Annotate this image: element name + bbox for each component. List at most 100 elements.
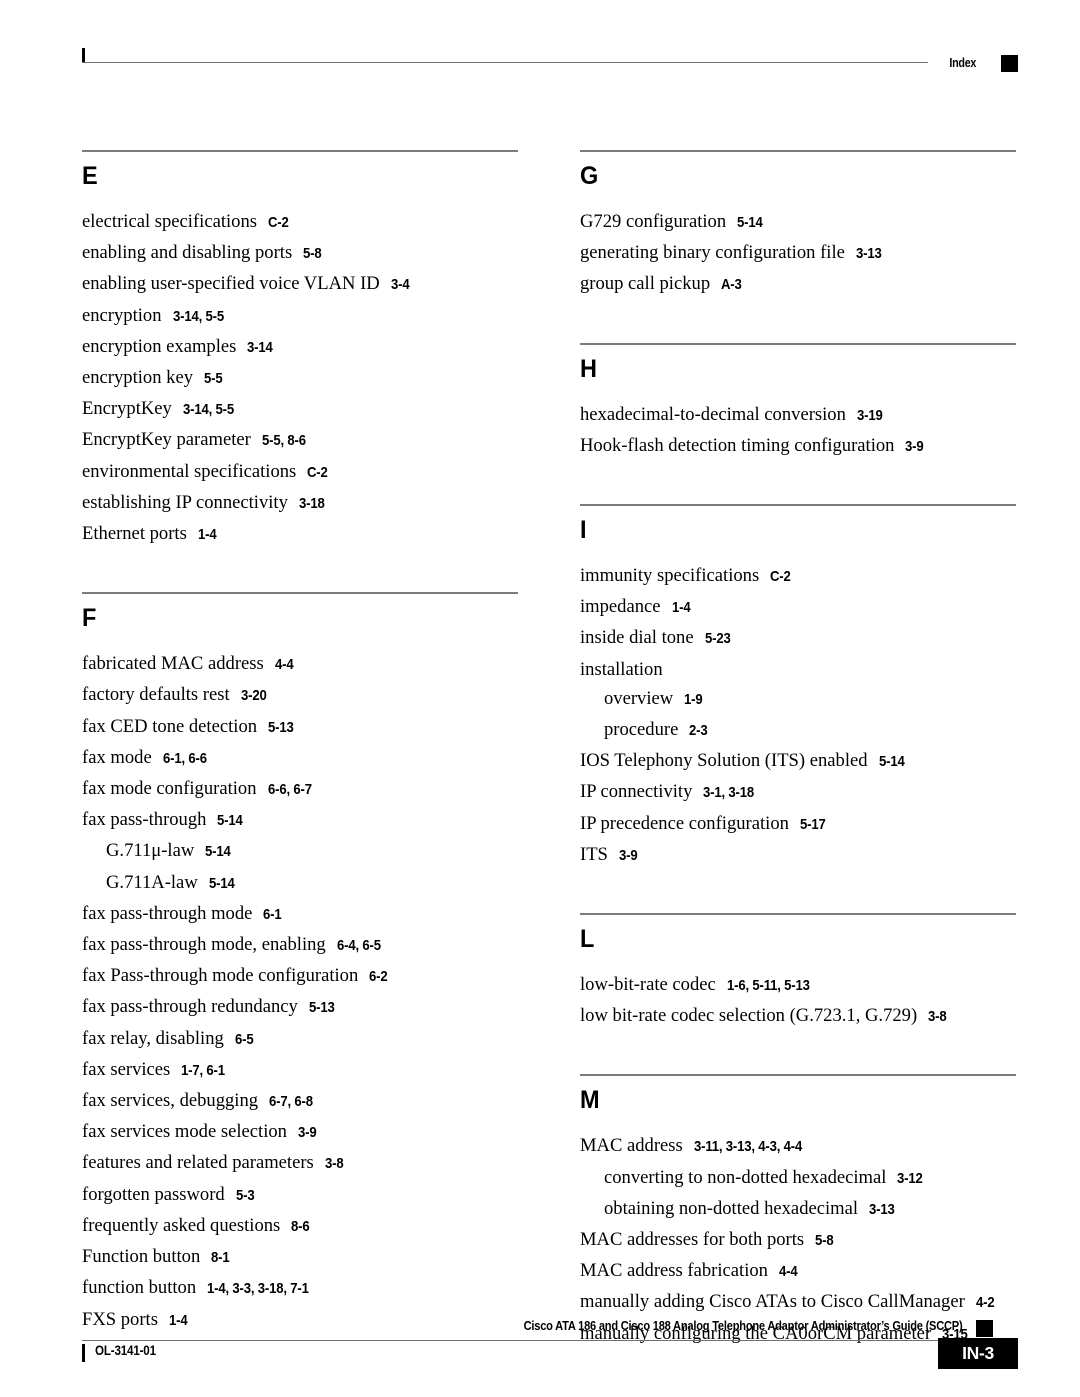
index-entry-page-refs[interactable]: 3-8 <box>928 1003 947 1032</box>
index-entry[interactable]: low-bit-rate codec 1-6, 5-11, 5-13 <box>580 970 1016 1001</box>
index-entry[interactable]: fax mode configuration 6-6, 6-7 <box>82 774 518 805</box>
index-entry[interactable]: group call pickup A-3 <box>580 269 1016 300</box>
index-entry-page-refs[interactable]: 1-4 <box>672 594 691 623</box>
index-entry[interactable]: generating binary configuration file 3-13 <box>580 238 1016 269</box>
index-entry[interactable]: forgotten password 5-3 <box>82 1180 518 1211</box>
index-entry[interactable]: MAC addresses for both ports 5-8 <box>580 1225 1016 1256</box>
index-entry-page-refs[interactable]: 5-14 <box>217 807 243 836</box>
index-entry-page-refs[interactable]: 3-9 <box>905 433 924 462</box>
index-entry-page-refs[interactable]: 3-20 <box>241 682 267 711</box>
index-entry-page-refs[interactable]: A-3 <box>721 271 742 300</box>
index-entry-page-refs[interactable]: 5-14 <box>737 209 763 238</box>
index-entry[interactable]: enabling user-specified voice VLAN ID 3-4 <box>82 269 518 300</box>
index-entry-page-refs[interactable]: 5-8 <box>815 1227 834 1256</box>
index-entry[interactable]: G729 configuration 5-14 <box>580 207 1016 238</box>
index-entry-page-refs[interactable]: 1-9 <box>684 686 703 715</box>
index-entry-page-refs[interactable]: 5-14 <box>209 870 235 899</box>
index-entry[interactable]: IP precedence configuration 5-17 <box>580 809 1016 840</box>
index-entry[interactable]: fax pass-through 5-14 <box>82 805 518 836</box>
index-entry-page-refs[interactable]: C-2 <box>770 563 791 592</box>
index-subentry[interactable]: G.711A-law 5-14 <box>82 868 518 899</box>
index-entry-page-refs[interactable]: 6-5 <box>235 1026 254 1055</box>
index-entry-page-refs[interactable]: 5-14 <box>879 748 905 777</box>
index-entry[interactable]: hexadecimal-to-decimal conversion 3-19 <box>580 400 1016 431</box>
index-entry-page-refs[interactable]: 5-13 <box>268 714 294 743</box>
index-entry[interactable]: fax CED tone detection 5-13 <box>82 712 518 743</box>
index-entry[interactable]: fax pass-through redundancy 5-13 <box>82 992 518 1023</box>
index-entry-page-refs[interactable]: 3-12 <box>897 1165 923 1194</box>
index-entry-page-refs[interactable]: 5-23 <box>705 625 731 654</box>
index-entry[interactable]: IOS Telephony Solution (ITS) enabled 5-14 <box>580 746 1016 777</box>
index-entry-page-refs[interactable]: C-2 <box>307 459 328 488</box>
index-entry-page-refs[interactable]: 2-3 <box>689 717 708 746</box>
index-entry[interactable]: encryption key 5-5 <box>82 363 518 394</box>
index-entry-page-refs[interactable]: 6-1 <box>263 901 282 930</box>
index-entry-page-refs[interactable]: 3-1, 3-18 <box>703 779 754 808</box>
index-entry[interactable]: impedance 1-4 <box>580 592 1016 623</box>
index-entry-page-refs[interactable]: 4-2 <box>976 1289 995 1318</box>
index-entry[interactable]: immunity specifications C-2 <box>580 561 1016 592</box>
index-entry-page-refs[interactable]: 6-1, 6-6 <box>163 745 207 774</box>
index-entry-page-refs[interactable]: 1-6, 5-11, 5-13 <box>727 972 810 1001</box>
index-entry-page-refs[interactable]: 5-8 <box>303 240 322 269</box>
index-entry-page-refs[interactable]: 3-19 <box>857 402 883 431</box>
index-entry-page-refs[interactable]: 1-4 <box>198 521 217 550</box>
index-entry[interactable]: fax services mode selection 3-9 <box>82 1117 518 1148</box>
index-entry-page-refs[interactable]: 5-3 <box>236 1182 255 1211</box>
index-entry[interactable]: fax pass-through mode, enabling 6-4, 6-5 <box>82 930 518 961</box>
index-entry-page-refs[interactable]: 3-14, 5-5 <box>173 303 224 332</box>
index-entry-page-refs[interactable]: 5-13 <box>309 994 335 1023</box>
index-entry[interactable]: features and related parameters 3-8 <box>82 1148 518 1179</box>
index-entry[interactable]: fax relay, disabling 6-5 <box>82 1024 518 1055</box>
index-subentry[interactable]: converting to non-dotted hexadecimal 3-12 <box>580 1163 1016 1194</box>
index-entry-page-refs[interactable]: 3-14, 5-5 <box>183 396 234 425</box>
index-entry[interactable]: Function button 8-1 <box>82 1242 518 1273</box>
index-entry[interactable]: low bit-rate codec selection (G.723.1, G… <box>580 1001 1016 1032</box>
index-entry[interactable]: factory defaults rest 3-20 <box>82 680 518 711</box>
index-entry[interactable]: MAC address fabrication 4-4 <box>580 1256 1016 1287</box>
index-entry[interactable]: electrical specifications C-2 <box>82 207 518 238</box>
index-entry[interactable]: IP connectivity 3-1, 3-18 <box>580 777 1016 808</box>
index-entry-page-refs[interactable]: 3-9 <box>619 842 638 871</box>
index-entry-page-refs[interactable]: 3-14 <box>247 334 273 363</box>
index-entry[interactable]: fax Pass-through mode configuration 6-2 <box>82 961 518 992</box>
index-entry-page-refs[interactable]: 5-5, 8-6 <box>262 427 306 456</box>
index-entry[interactable]: encryption examples 3-14 <box>82 332 518 363</box>
index-entry-page-refs[interactable]: 3-11, 3-13, 4-3, 4-4 <box>694 1133 802 1162</box>
index-entry-page-refs[interactable]: 4-4 <box>275 651 294 680</box>
index-entry[interactable]: EncryptKey 3-14, 5-5 <box>82 394 518 425</box>
index-entry[interactable]: environmental specifications C-2 <box>82 457 518 488</box>
index-entry[interactable]: fax services, debugging 6-7, 6-8 <box>82 1086 518 1117</box>
index-entry[interactable]: installation <box>580 655 1016 684</box>
index-subentry[interactable]: procedure 2-3 <box>580 715 1016 746</box>
index-entry-page-refs[interactable]: 8-1 <box>211 1244 230 1273</box>
index-entry[interactable]: inside dial tone 5-23 <box>580 623 1016 654</box>
index-entry-page-refs[interactable]: 3-8 <box>325 1150 344 1179</box>
index-entry[interactable]: MAC address 3-11, 3-13, 4-3, 4-4 <box>580 1131 1016 1162</box>
index-entry-page-refs[interactable]: 6-4, 6-5 <box>337 932 381 961</box>
index-entry-page-refs[interactable]: 4-4 <box>779 1258 798 1287</box>
index-entry[interactable]: enabling and disabling ports 5-8 <box>82 238 518 269</box>
index-entry[interactable]: fax mode 6-1, 6-6 <box>82 743 518 774</box>
index-entry-page-refs[interactable]: 5-17 <box>800 811 826 840</box>
index-subentry[interactable]: overview 1-9 <box>580 684 1016 715</box>
index-entry-page-refs[interactable]: 3-9 <box>298 1119 317 1148</box>
index-entry-page-refs[interactable]: 6-7, 6-8 <box>269 1088 313 1117</box>
index-entry-page-refs[interactable]: 8-6 <box>291 1213 310 1242</box>
index-subentry[interactable]: obtaining non-dotted hexadecimal 3-13 <box>580 1194 1016 1225</box>
index-entry-page-refs[interactable]: 3-13 <box>856 240 882 269</box>
index-subentry[interactable]: G.711μ-law 5-14 <box>82 836 518 867</box>
index-entry[interactable]: Hook-flash detection timing configuratio… <box>580 431 1016 462</box>
index-entry-page-refs[interactable]: C-2 <box>268 209 289 238</box>
index-entry-page-refs[interactable]: 5-5 <box>204 365 223 394</box>
index-entry[interactable]: establishing IP connectivity 3-18 <box>82 488 518 519</box>
index-entry[interactable]: fabricated MAC address 4-4 <box>82 649 518 680</box>
index-entry-page-refs[interactable]: 1-7, 6-1 <box>181 1057 225 1086</box>
index-entry-page-refs[interactable]: 3-18 <box>299 490 325 519</box>
index-entry[interactable]: fax pass-through mode 6-1 <box>82 899 518 930</box>
index-entry-page-refs[interactable]: 3-13 <box>869 1196 895 1225</box>
index-entry[interactable]: encryption 3-14, 5-5 <box>82 301 518 332</box>
index-entry-page-refs[interactable]: 6-2 <box>369 963 388 992</box>
index-entry[interactable]: fax services 1-7, 6-1 <box>82 1055 518 1086</box>
index-entry[interactable]: ITS 3-9 <box>580 840 1016 871</box>
